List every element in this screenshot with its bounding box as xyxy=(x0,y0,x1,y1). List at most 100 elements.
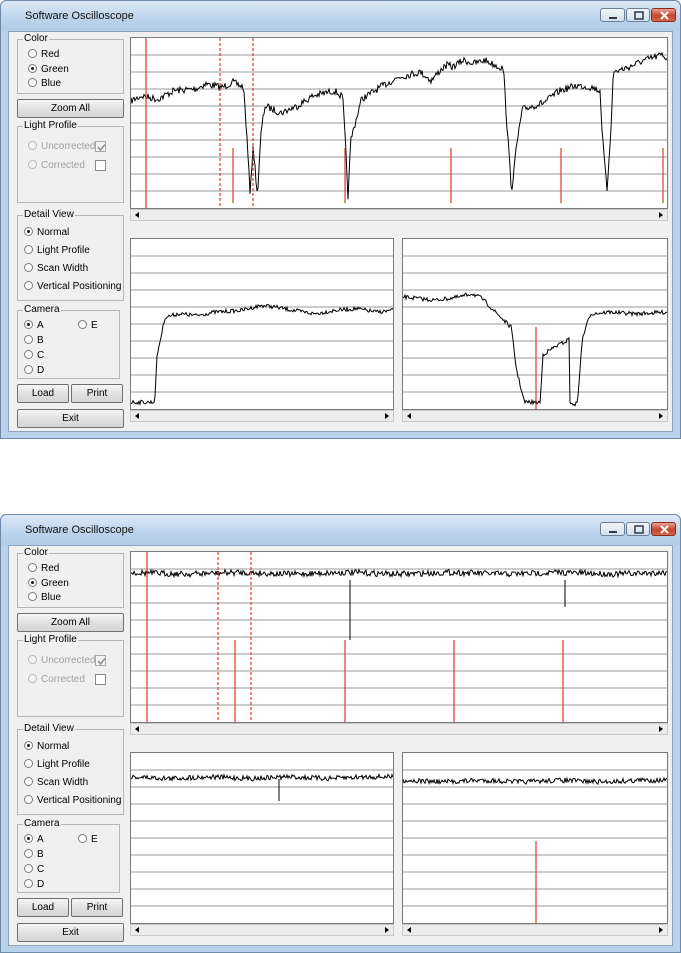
detail-scan-width-radio[interactable]: Scan Width xyxy=(24,776,88,790)
corrected-radio[interactable]: Corrected xyxy=(28,159,85,173)
main-plot-scrollbar[interactable] xyxy=(130,209,668,221)
oscilloscope-window-2: Software Oscilloscope Color Red Green Bl… xyxy=(0,514,681,953)
camera-a-label: A xyxy=(37,834,44,845)
scroll-right-icon[interactable] xyxy=(656,210,666,220)
detail-normal-label: Normal xyxy=(37,227,70,238)
uncorrected-label: Uncorrected xyxy=(41,141,96,152)
uncorrected-radio[interactable]: Uncorrected xyxy=(28,654,95,668)
color-blue-radio[interactable]: Blue xyxy=(28,591,61,605)
scroll-right-icon[interactable] xyxy=(656,925,666,935)
corrected-checkbox[interactable] xyxy=(95,674,106,685)
print-button[interactable]: Print xyxy=(71,898,123,917)
camera-c-radio[interactable]: C xyxy=(24,863,44,877)
camera-b-label: B xyxy=(37,335,44,346)
detail-right-scrollbar[interactable] xyxy=(402,924,668,936)
print-button[interactable]: Print xyxy=(71,384,123,403)
main-waveform-plot[interactable] xyxy=(130,37,668,209)
detail-left-scrollbar[interactable] xyxy=(130,410,394,422)
camera-group-label: Camera xyxy=(23,818,61,830)
window-title: Software Oscilloscope xyxy=(25,10,134,22)
minimize-button[interactable] xyxy=(600,8,625,22)
camera-a-radio[interactable]: A xyxy=(24,319,44,333)
load-button[interactable]: Load xyxy=(17,898,69,917)
camera-group: Camera A B C D E xyxy=(17,304,120,379)
waveform-trace xyxy=(403,776,667,785)
scroll-right-icon[interactable] xyxy=(382,411,392,421)
color-group-label: Color xyxy=(23,547,49,559)
uncorrected-checkbox[interactable] xyxy=(95,141,106,152)
zoom-all-button[interactable]: Zoom All xyxy=(17,99,124,118)
camera-e-label: E xyxy=(91,320,98,331)
title-bar[interactable]: Software Oscilloscope xyxy=(1,515,680,545)
client-area: Color Red Green Blue Zoom All Light Prof… xyxy=(8,545,673,946)
scroll-right-icon[interactable] xyxy=(656,411,666,421)
detail-normal-radio[interactable]: Normal xyxy=(24,226,69,240)
detail-plot-left[interactable] xyxy=(130,752,394,924)
main-plot-scrollbar[interactable] xyxy=(130,723,668,735)
exit-button[interactable]: Exit xyxy=(17,923,124,942)
camera-d-radio[interactable]: D xyxy=(24,364,44,378)
color-red-radio[interactable]: Red xyxy=(28,48,59,62)
close-button[interactable] xyxy=(651,8,676,22)
color-blue-label: Blue xyxy=(41,78,62,89)
light-profile-label: Light Profile xyxy=(23,634,78,646)
color-green-radio[interactable]: Green xyxy=(28,63,69,77)
color-green-radio[interactable]: Green xyxy=(28,577,69,591)
maximize-button[interactable] xyxy=(626,8,650,22)
detail-vertical-positioning-label: Vertical Positioning xyxy=(37,281,122,292)
uncorrected-radio[interactable]: Uncorrected xyxy=(28,140,95,154)
color-red-radio[interactable]: Red xyxy=(28,562,59,576)
uncorrected-checkbox[interactable] xyxy=(95,655,106,666)
detail-plot-right[interactable] xyxy=(402,238,668,410)
camera-e-label: E xyxy=(91,834,98,845)
detail-normal-radio[interactable]: Normal xyxy=(24,740,69,754)
scroll-left-icon[interactable] xyxy=(132,210,142,220)
camera-e-radio[interactable]: E xyxy=(78,319,98,333)
scroll-left-icon[interactable] xyxy=(404,411,414,421)
scroll-right-icon[interactable] xyxy=(382,925,392,935)
detail-scan-width-label: Scan Width xyxy=(37,263,89,274)
corrected-radio[interactable]: Corrected xyxy=(28,673,85,687)
main-waveform-plot[interactable] xyxy=(130,551,668,723)
camera-e-radio[interactable]: E xyxy=(78,833,98,847)
detail-plot-left[interactable] xyxy=(130,238,394,410)
detail-vertical-positioning-radio[interactable]: Vertical Positioning xyxy=(24,280,122,294)
corrected-checkbox[interactable] xyxy=(95,160,106,171)
camera-a-radio[interactable]: A xyxy=(24,833,44,847)
title-bar[interactable]: Software Oscilloscope xyxy=(1,1,680,31)
camera-a-label: A xyxy=(37,320,44,331)
scroll-left-icon[interactable] xyxy=(404,925,414,935)
detail-plot-right[interactable] xyxy=(402,752,668,924)
camera-b-radio[interactable]: B xyxy=(24,334,44,348)
waveform-trace xyxy=(131,303,393,406)
detail-light-profile-label: Light Profile xyxy=(37,245,90,256)
detail-vertical-positioning-radio[interactable]: Vertical Positioning xyxy=(24,794,122,808)
scroll-left-icon[interactable] xyxy=(132,411,142,421)
scroll-left-icon[interactable] xyxy=(132,925,142,935)
scroll-left-icon[interactable] xyxy=(132,724,142,734)
detail-vertical-positioning-label: Vertical Positioning xyxy=(37,795,122,806)
color-green-label: Green xyxy=(41,64,69,75)
scroll-right-icon[interactable] xyxy=(656,724,666,734)
waveform-trace xyxy=(403,292,667,407)
close-button[interactable] xyxy=(651,522,676,536)
exit-button[interactable]: Exit xyxy=(17,409,124,428)
detail-view-group: Detail View Normal Light Profile Scan Wi… xyxy=(17,209,124,301)
minimize-button[interactable] xyxy=(600,522,625,536)
detail-scan-width-radio[interactable]: Scan Width xyxy=(24,262,88,276)
color-blue-radio[interactable]: Blue xyxy=(28,77,61,91)
detail-left-scrollbar[interactable] xyxy=(130,924,394,936)
camera-d-radio[interactable]: D xyxy=(24,878,44,892)
detail-light-profile-radio[interactable]: Light Profile xyxy=(24,244,90,258)
camera-c-radio[interactable]: C xyxy=(24,349,44,363)
maximize-button[interactable] xyxy=(626,522,650,536)
camera-c-label: C xyxy=(37,350,45,361)
load-button[interactable]: Load xyxy=(17,384,69,403)
zoom-all-button[interactable]: Zoom All xyxy=(17,613,124,632)
detail-right-scrollbar[interactable] xyxy=(402,410,668,422)
camera-group-label: Camera xyxy=(23,304,61,316)
oscilloscope-window-1: Software Oscilloscope Color Red Green Bl… xyxy=(0,0,681,439)
detail-scan-width-label: Scan Width xyxy=(37,777,89,788)
detail-light-profile-radio[interactable]: Light Profile xyxy=(24,758,90,772)
camera-b-radio[interactable]: B xyxy=(24,848,44,862)
